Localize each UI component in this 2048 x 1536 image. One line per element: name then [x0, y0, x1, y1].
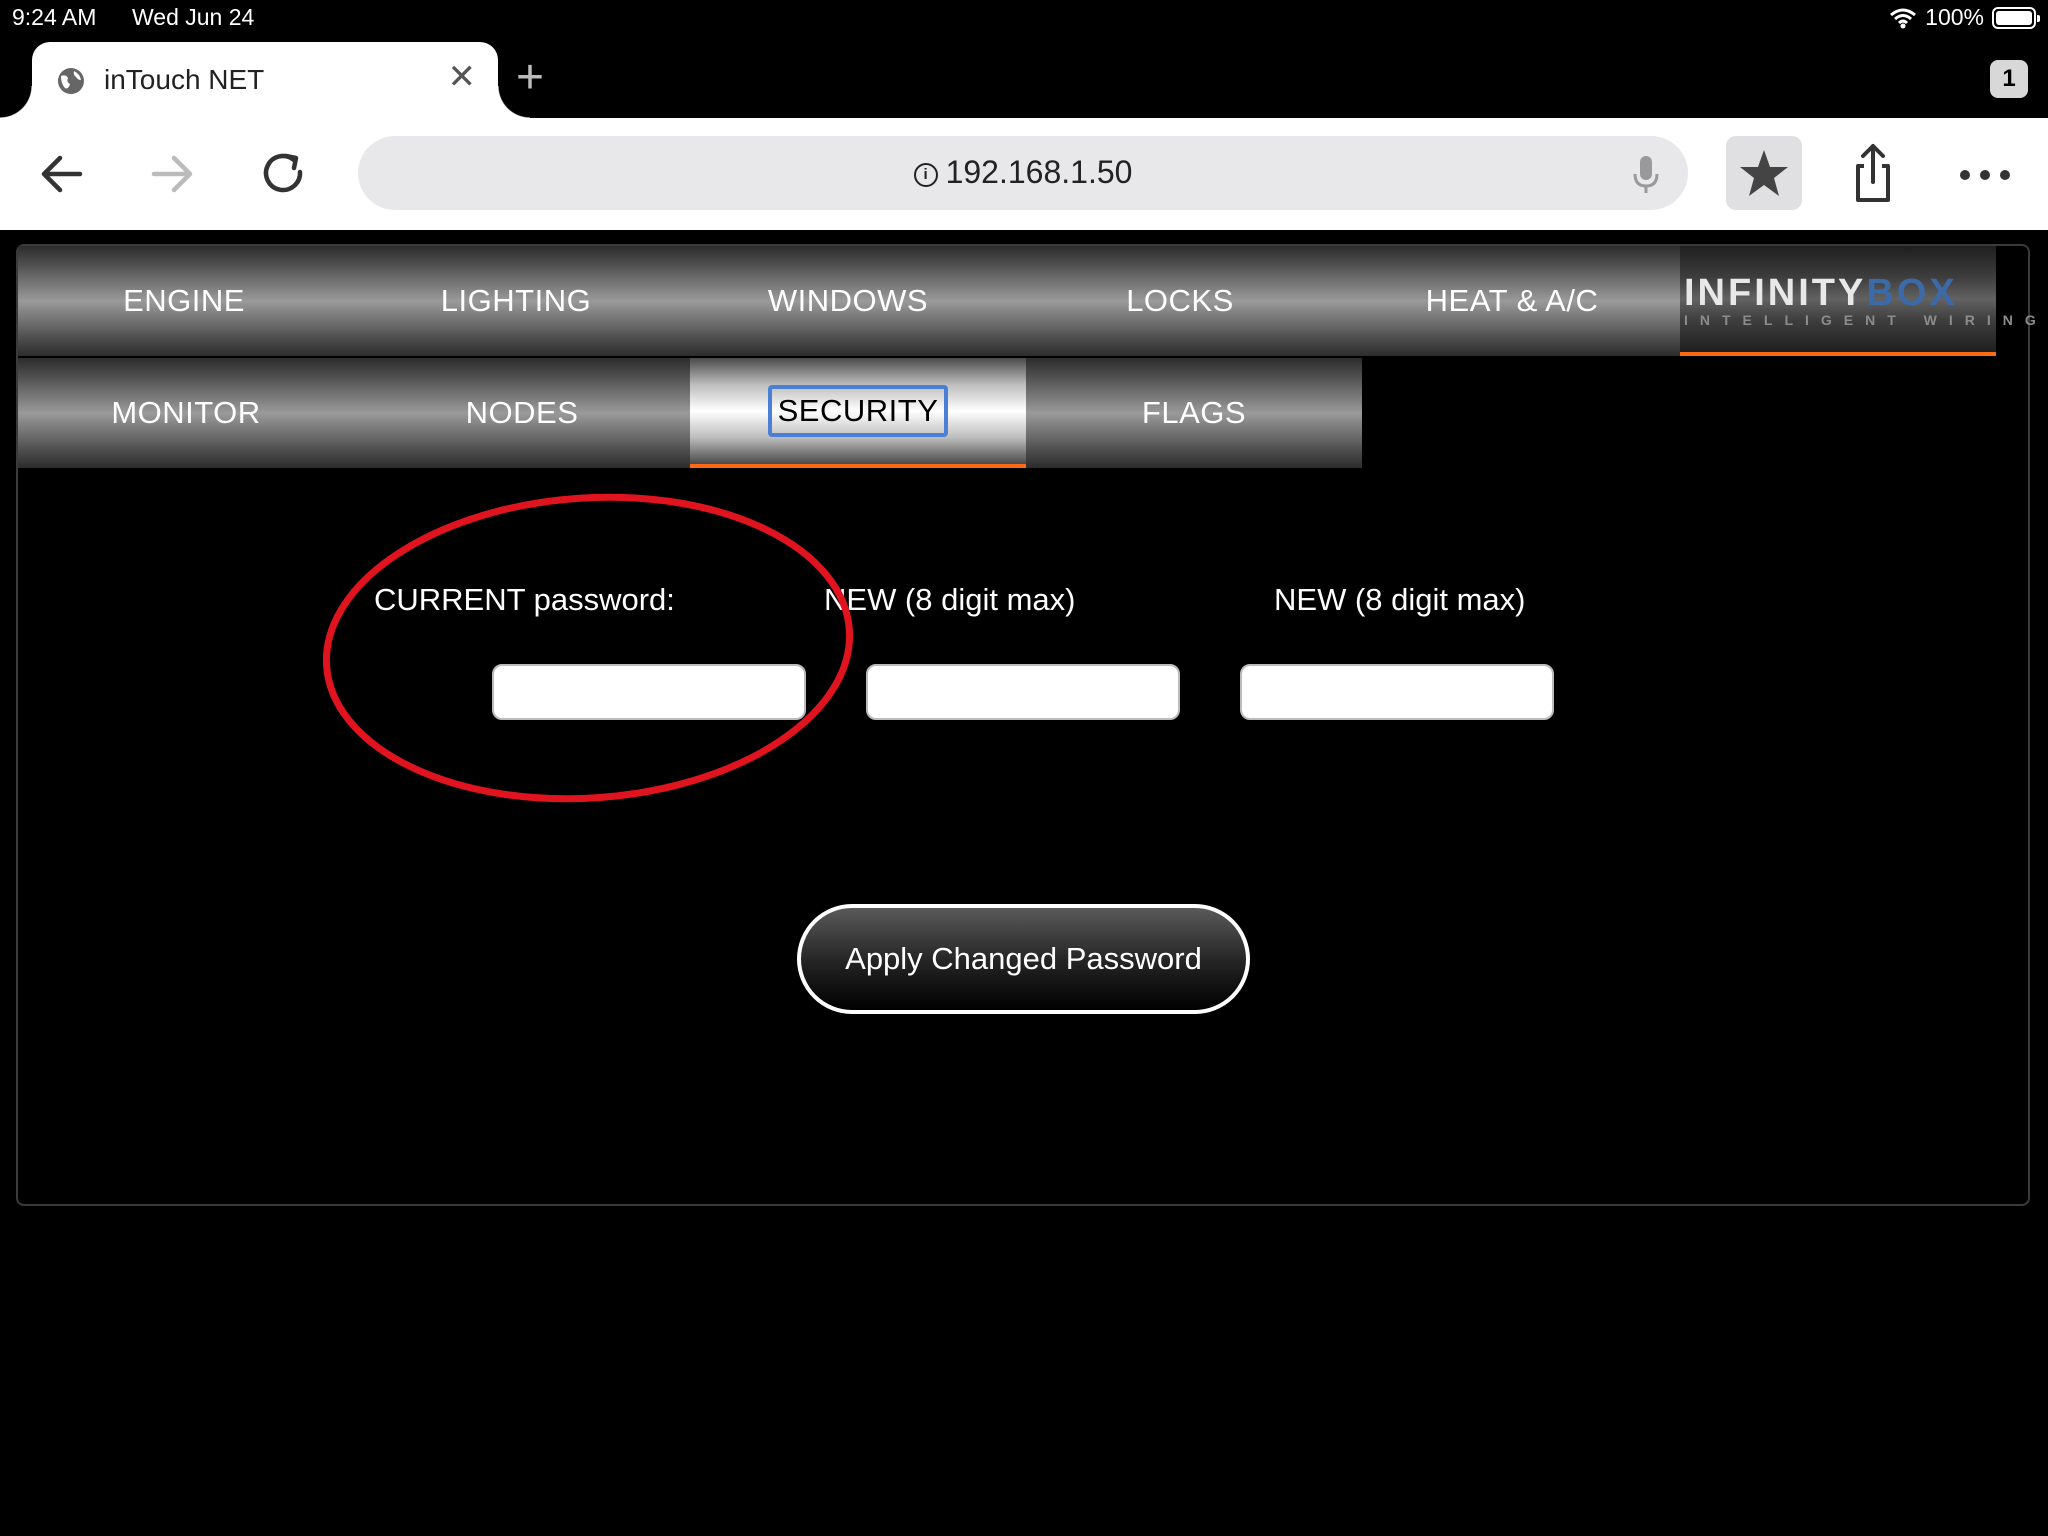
tab-count-button[interactable]: 1 — [1990, 60, 2028, 98]
share-icon[interactable] — [1836, 138, 1910, 212]
new-password-label: NEW (8 digit max) — [824, 582, 1076, 617]
star-icon — [1740, 150, 1788, 196]
nav-row-secondary: MONITOR NODES SECURITY FLAGS — [18, 358, 1362, 468]
current-password-label: CURRENT password: — [374, 582, 675, 617]
apply-password-button[interactable]: Apply Changed Password — [797, 904, 1250, 1014]
tab-title: inTouch NET — [104, 64, 265, 95]
wifi-icon — [1890, 8, 1917, 28]
browser-toolbar: i 192.168.1.50 — [0, 118, 2048, 230]
url-text: 192.168.1.50 — [945, 154, 1133, 190]
nav-row-primary: ENGINE LIGHTING WINDOWS LOCKS HEAT & A/C — [18, 246, 1682, 356]
nav-security-label: SECURITY — [767, 385, 949, 437]
back-arrow-icon[interactable] — [30, 142, 94, 206]
url-display: i 192.168.1.50 — [358, 154, 1688, 191]
reload-icon[interactable] — [252, 142, 316, 206]
nav-windows[interactable]: WINDOWS — [682, 246, 1014, 356]
status-time: 9:24 AM — [12, 4, 97, 30]
infinitybox-logo: INFINITYBOX INTELLIGENT WIRING — [1680, 246, 2036, 356]
more-options-icon[interactable] — [1950, 138, 2020, 212]
globe-icon — [58, 68, 84, 94]
address-bar[interactable]: i 192.168.1.50 — [358, 136, 1688, 210]
tab-strip: inTouch NET ✕ + 1 — [0, 40, 2048, 118]
logo-wordmark: INFINITYBOX — [1684, 272, 1958, 314]
bookmark-star-button[interactable] — [1726, 136, 1802, 210]
info-icon: i — [913, 162, 938, 187]
battery-icon — [1992, 6, 2040, 29]
nav-monitor[interactable]: MONITOR — [18, 358, 354, 468]
nav-security[interactable]: SECURITY — [690, 358, 1026, 468]
status-date: Wed Jun 24 — [132, 4, 255, 30]
current-password-input[interactable] — [492, 664, 806, 720]
new-password-input[interactable] — [866, 664, 1180, 720]
microphone-icon[interactable] — [1628, 152, 1664, 196]
nav-lighting[interactable]: LIGHTING — [350, 246, 682, 356]
battery-percent: 100% — [1925, 4, 1984, 30]
nav-heat-ac[interactable]: HEAT & A/C — [1346, 246, 1678, 356]
nav-locks[interactable]: LOCKS — [1014, 246, 1346, 356]
nav-engine[interactable]: ENGINE — [18, 246, 350, 356]
status-indicators: 100% — [1889, 4, 2040, 31]
forward-arrow-icon[interactable] — [140, 142, 204, 206]
confirm-password-label: NEW (8 digit max) — [1274, 582, 1526, 617]
nav-flags[interactable]: FLAGS — [1026, 358, 1362, 468]
new-tab-icon[interactable]: + — [516, 54, 544, 102]
confirm-password-input[interactable] — [1240, 664, 1554, 720]
browser-tab[interactable]: inTouch NET ✕ — [0, 42, 530, 118]
status-bar: 9:24 AM Wed Jun 24 100% — [0, 0, 2048, 40]
nav-nodes[interactable]: NODES — [354, 358, 690, 468]
close-tab-icon[interactable]: ✕ — [448, 60, 477, 94]
logo-tagline: INTELLIGENT WIRING — [1684, 312, 2048, 328]
